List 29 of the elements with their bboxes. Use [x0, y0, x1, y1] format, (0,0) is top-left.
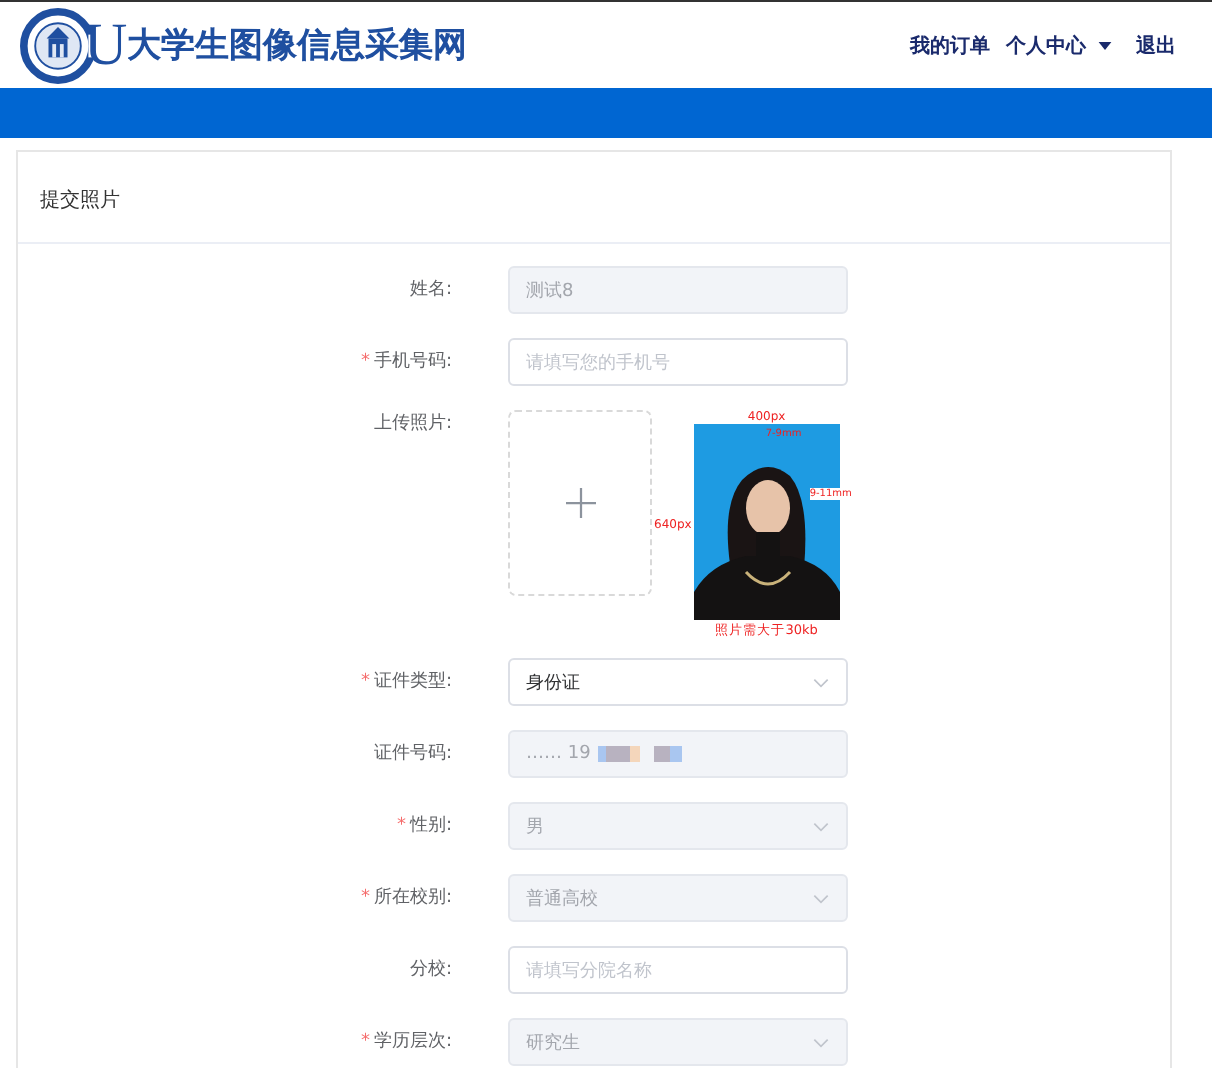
field-label: 分校:	[407, 957, 454, 984]
field-label: * 所在校别:	[358, 885, 454, 912]
required-mark: *	[360, 1032, 370, 1052]
field-label: * 性别:	[394, 813, 454, 840]
chevron-down-icon	[812, 821, 830, 831]
upload-box[interactable]	[508, 410, 652, 596]
nav-dropdown[interactable]: 个人中心	[1006, 31, 1112, 59]
field-label: 证件号码:	[371, 741, 454, 768]
required-mark: *	[396, 816, 406, 836]
field-label: * 手机号码:	[358, 349, 454, 376]
required-mark: *	[360, 352, 370, 372]
required-mark: *	[360, 672, 370, 692]
panel-title: 提交照片	[18, 152, 1170, 244]
site-title: 大学生图像信息采集网	[127, 24, 468, 68]
input-field[interactable]: 请填写分院名称	[508, 946, 848, 994]
field-label: * 证件类型:	[358, 669, 454, 696]
chevron-down-icon	[812, 893, 830, 903]
plus-icon	[565, 488, 595, 518]
required-mark: *	[360, 888, 370, 908]
field-label: 姓名:	[407, 277, 454, 304]
select-field[interactable]: 身份证	[508, 658, 848, 706]
nav-link[interactable]: 退出	[1136, 31, 1176, 59]
nav-link[interactable]: 我的订单	[910, 31, 990, 59]
input-field[interactable]: 请填写您的手机号	[508, 338, 848, 386]
caret-icon	[1098, 41, 1112, 49]
field-label: 上传照片:	[371, 411, 454, 438]
chevron-down-icon	[812, 1037, 830, 1047]
field-label: * 学历层次:	[358, 1029, 454, 1056]
chevron-down-icon	[812, 677, 830, 687]
